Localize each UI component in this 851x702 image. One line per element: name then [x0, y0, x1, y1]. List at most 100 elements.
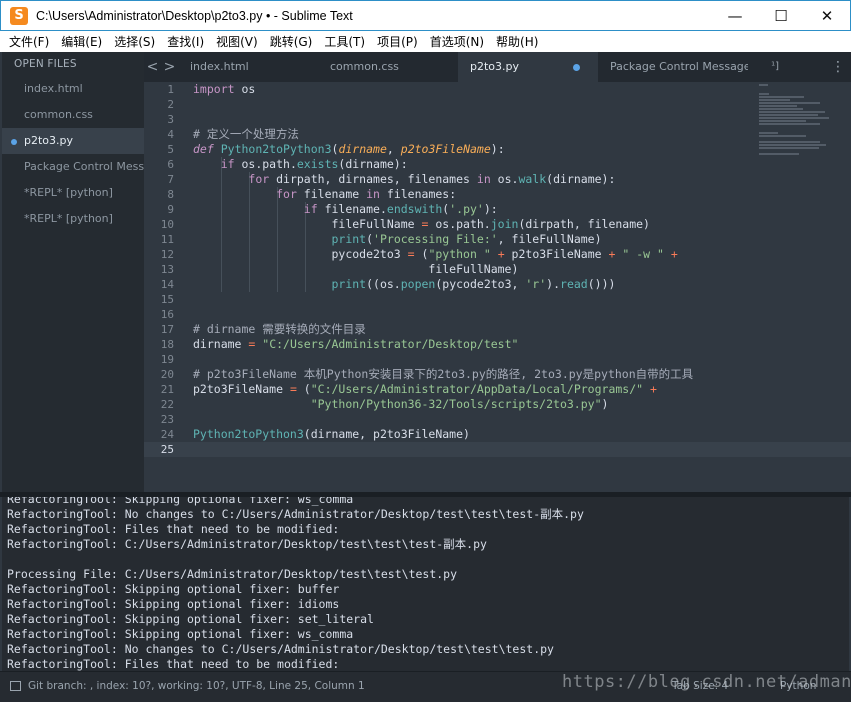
minimap-line	[759, 108, 803, 110]
sidebar-header: OPEN FILES	[14, 58, 77, 70]
output-line: RefactoringTool: Files that need to be m…	[7, 522, 340, 536]
line-number: 15	[160, 293, 174, 306]
minimap-line	[759, 132, 778, 134]
output-line: RefactoringTool: Skipping optional fixer…	[7, 627, 354, 641]
minimap-line	[759, 102, 820, 104]
code-line[interactable]: dirname = "C:/Users/Administrator/Deskto…	[193, 337, 751, 352]
sidebar-file-package-control[interactable]: Package Control Messages	[2, 154, 144, 180]
code-line[interactable]: print('Processing File:', fileFullName)	[193, 232, 751, 247]
code-line[interactable]: for dirpath, dirnames, filenames in os.w…	[193, 172, 751, 187]
menu-view[interactable]: 视图(V)	[210, 33, 264, 50]
sublime-app-icon: S	[10, 6, 28, 25]
minimap-line	[759, 120, 806, 122]
tab-bar: < > index.html common.css p2to3.py Packa…	[144, 52, 851, 82]
output-line: RefactoringTool: Files that need to be m…	[7, 657, 340, 671]
code-line[interactable]	[193, 112, 751, 127]
minimap-line	[759, 84, 768, 86]
tab-next-icon[interactable]: >	[164, 59, 176, 75]
menu-preferences[interactable]: 首选项(N)	[424, 33, 490, 50]
tab-common-css[interactable]: common.css	[318, 52, 456, 82]
menu-goto[interactable]: 跳转(G)	[264, 33, 319, 50]
code-line[interactable]: p2to3FileName = ("C:/Users/Administrator…	[193, 382, 751, 397]
menu-file[interactable]: 文件(F)	[3, 33, 55, 50]
code-line[interactable]: import os	[193, 82, 751, 97]
code-line[interactable]: for filename in filenames:	[193, 187, 751, 202]
code-line[interactable]: Python2toPython3(dirname, p2to3FileName)	[193, 427, 751, 442]
code-line[interactable]: # 定义一个处理方法	[193, 127, 751, 142]
menu-project[interactable]: 项目(P)	[371, 33, 424, 50]
line-number: 7	[167, 173, 174, 186]
tab-label: p2to3.py	[470, 60, 520, 73]
minimap[interactable]	[759, 84, 839, 155]
code-editor[interactable]: 1 2 3 4 5 6 7 8 9 10 11 12 13 14 15 16 17 18 19 20 21 22 23 24 2…	[144, 82, 851, 492]
tab-overflow-icon[interactable]: ¹]	[771, 52, 779, 82]
output-line: RefactoringTool: Skipping optional fixer…	[7, 612, 374, 626]
tab-menu-icon[interactable]: ⋮	[831, 52, 845, 82]
sidebar-file-common-css[interactable]: common.css	[2, 102, 144, 128]
sidebar-file-label: *REPL* [python]	[24, 212, 113, 225]
sidebar-file-p2to3-py[interactable]: p2to3.py	[2, 128, 144, 154]
unsaved-dot-icon	[11, 139, 17, 145]
code-line[interactable]: if filename.endswith('.py'):	[193, 202, 751, 217]
tab-index-html[interactable]: index.html	[178, 52, 316, 82]
code-line[interactable]: # p2to3FileName 本机Python安装目录下的2to3.py的路径…	[193, 367, 751, 382]
code-line[interactable]	[193, 292, 751, 307]
code-area[interactable]: import os # 定义一个处理方法 def Python2toPython3…	[193, 82, 751, 457]
code-line[interactable]: fileFullName = os.path.join(dirpath, fil…	[193, 217, 751, 232]
code-line[interactable]: fileFullName)	[193, 262, 751, 277]
build-output-panel[interactable]: RefactoringTool: Skipping optional fixer…	[2, 497, 849, 671]
code-line[interactable]	[193, 97, 751, 112]
line-number: 13	[160, 263, 174, 276]
minimize-button[interactable]: —	[712, 1, 758, 31]
line-number: 12	[160, 248, 174, 261]
code-line[interactable]	[193, 442, 751, 457]
line-number: 6	[167, 158, 174, 171]
sidebar-file-repl-python-1[interactable]: *REPL* [python]	[2, 180, 144, 206]
code-line[interactable]: def Python2toPython3(dirname, p2to3FileN…	[193, 142, 751, 157]
line-number: 8	[167, 188, 174, 201]
code-line[interactable]: if os.path.exists(dirname):	[193, 157, 751, 172]
minimap-line	[759, 96, 804, 98]
code-line[interactable]: pycode2to3 = ("python " + p2to3FileName …	[193, 247, 751, 262]
line-number: 16	[160, 308, 174, 321]
line-number: 11	[160, 233, 174, 246]
output-line: RefactoringTool: C:/Users/Administrator/…	[7, 537, 487, 551]
menu-selection[interactable]: 选择(S)	[108, 33, 161, 50]
minimap-line	[759, 123, 820, 125]
code-line[interactable]: "Python/Python36-32/Tools/scripts/2to3.p…	[193, 397, 751, 412]
line-number: 23	[160, 413, 174, 426]
tab-prev-icon[interactable]: <	[147, 59, 159, 75]
menu-edit[interactable]: 编辑(E)	[55, 33, 108, 50]
tab-p2to3-py[interactable]: p2to3.py	[458, 52, 598, 82]
output-line: RefactoringTool: No changes to C:/Users/…	[7, 642, 554, 656]
line-number: 24	[160, 428, 174, 441]
menu-find[interactable]: 查找(I)	[161, 33, 210, 50]
maximize-button[interactable]: ☐	[758, 1, 804, 31]
menu-bar: 文件(F) 编辑(E) 选择(S) 查找(I) 视图(V) 跳转(G) 工具(T…	[0, 31, 851, 52]
panel-toggle-icon[interactable]	[10, 681, 21, 691]
sidebar-file-label: index.html	[24, 82, 83, 95]
line-number: 14	[160, 278, 174, 291]
code-line[interactable]	[193, 307, 751, 322]
code-line[interactable]: # dirname 需要转换的文件目录	[193, 322, 751, 337]
code-line[interactable]: print((os.popen(pycode2to3, 'r').read())…	[193, 277, 751, 292]
watermark: https://blog.csdn.net/admans	[562, 672, 851, 692]
tab-package-control[interactable]: Package Control Messages	[598, 52, 748, 82]
close-button[interactable]: ✕	[804, 1, 850, 31]
line-number-gutter: 1 2 3 4 5 6 7 8 9 10 11 12 13 14 15 16 17 18 19 20 21 22 23 24 2…	[144, 82, 184, 457]
code-line[interactable]	[193, 412, 751, 427]
menu-tools[interactable]: 工具(T)	[318, 33, 371, 50]
menu-help[interactable]: 帮助(H)	[490, 33, 544, 50]
minimap-line	[759, 93, 769, 95]
sidebar: OPEN FILES index.html common.css p2to3.p…	[2, 52, 144, 492]
minimap-line	[759, 141, 820, 143]
minimap-line	[759, 153, 799, 155]
minimap-line	[759, 117, 829, 119]
output-line: RefactoringTool: No changes to C:/Users/…	[7, 507, 584, 521]
line-number: 2	[167, 98, 174, 111]
sidebar-file-repl-python-2[interactable]: *REPL* [python]	[2, 206, 144, 232]
sidebar-file-index-html[interactable]: index.html	[2, 76, 144, 102]
line-number: 4	[167, 128, 174, 141]
code-line[interactable]	[193, 352, 751, 367]
